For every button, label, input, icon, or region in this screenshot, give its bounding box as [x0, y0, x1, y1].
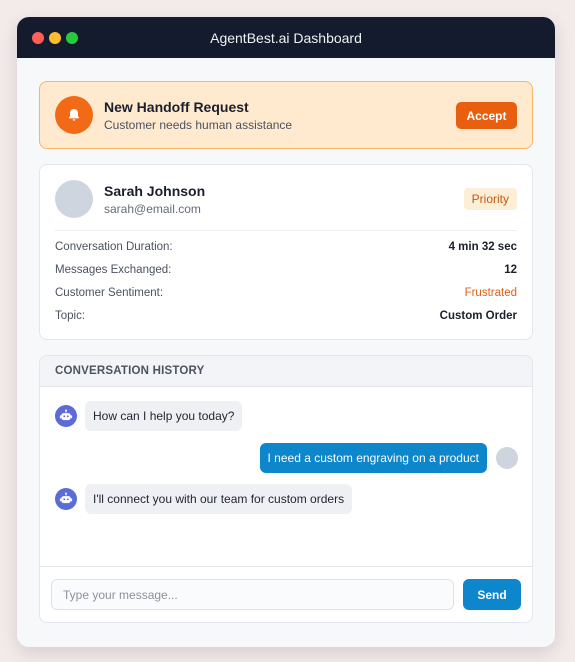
stat-row-duration: Conversation Duration: 4 min 32 sec [55, 236, 517, 259]
stat-label: Messages Exchanged: [55, 264, 172, 277]
stat-label: Topic: [55, 309, 86, 322]
customer-name: Sarah Johnson [104, 182, 206, 199]
handoff-request-banner: New Handoff Request Customer needs human… [39, 81, 533, 149]
window-controls [32, 32, 78, 44]
title-bar: AgentBest.ai Dashboard [17, 17, 555, 58]
customer-card: Sarah Johnson sarah@email.com Priority C… [39, 164, 533, 340]
bot-icon [55, 405, 77, 427]
conversation-header: CONVERSATION HISTORY [40, 356, 532, 387]
bot-icon [55, 488, 77, 510]
conversation-stats: Conversation Duration: 4 min 32 sec Mess… [55, 236, 517, 327]
app-window: AgentBest.ai Dashboard New Handoff Reque… [17, 17, 555, 647]
message-input[interactable] [51, 579, 454, 610]
customer-avatar [55, 180, 93, 218]
stat-row-messages: Messages Exchanged: 12 [55, 259, 517, 282]
user-avatar [496, 447, 518, 469]
bell-icon [55, 96, 93, 134]
send-button[interactable]: Send [463, 579, 521, 610]
handoff-title: New Handoff Request [104, 98, 249, 115]
stat-row-topic: Topic: Custom Order [55, 304, 517, 327]
stat-value: Custom Order [439, 309, 517, 322]
minimize-window-button[interactable] [49, 32, 61, 44]
message-bot: I'll connect you with our team for custo… [55, 484, 353, 514]
priority-badge: Priority [463, 188, 517, 210]
stat-row-sentiment: Customer Sentiment: Frustrated [55, 282, 517, 305]
sentiment-value: Frustrated [464, 286, 517, 299]
handoff-subtitle: Customer needs human assistance [104, 117, 293, 132]
message-list[interactable]: How can I help you today? I need a custo… [40, 387, 532, 568]
window-title: AgentBest.ai Dashboard [210, 29, 362, 46]
handoff-text: New Handoff Request Customer needs human… [104, 99, 292, 132]
message-bot: How can I help you today? [55, 401, 243, 431]
message-bubble: I'll connect you with our team for custo… [85, 484, 353, 514]
conversation-panel: CONVERSATION HISTORY How can I help you … [39, 355, 533, 623]
stat-value: 4 min 32 sec [448, 241, 517, 254]
customer-info: Sarah Johnson sarah@email.com [104, 183, 205, 216]
stat-label: Conversation Duration: [55, 241, 173, 254]
customer-email: sarah@email.com [104, 201, 201, 216]
message-bubble: How can I help you today? [85, 401, 243, 431]
divider [55, 230, 517, 231]
stat-value: 12 [504, 264, 517, 277]
dashboard-content: New Handoff Request Customer needs human… [17, 58, 555, 647]
customer-header: Sarah Johnson sarah@email.com [55, 180, 517, 218]
message-user: I need a custom engraving on a product [259, 443, 518, 473]
message-bubble: I need a custom engraving on a product [259, 443, 487, 473]
stat-label: Customer Sentiment: [55, 286, 164, 299]
close-window-button[interactable] [32, 32, 44, 44]
accept-button[interactable]: Accept [456, 102, 517, 129]
maximize-window-button[interactable] [66, 32, 78, 44]
message-composer: Send [40, 566, 532, 622]
